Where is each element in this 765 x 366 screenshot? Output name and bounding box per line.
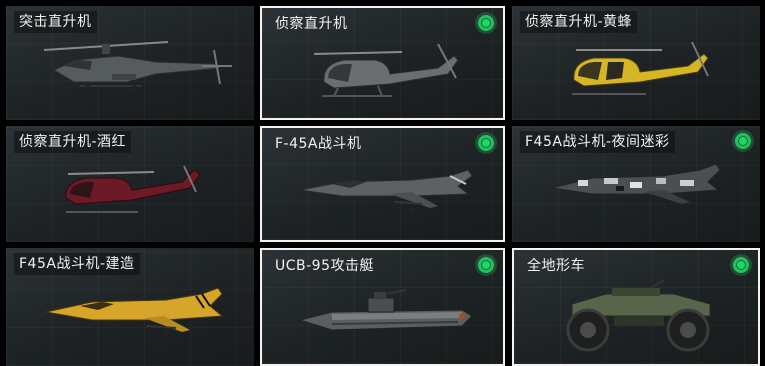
equipped-indicator-icon <box>733 257 749 273</box>
vehicle-card-f45a-build[interactable]: F45A战斗机-建造 <box>6 248 254 366</box>
vehicle-name: 侦察直升机-黄蜂 <box>520 11 638 33</box>
equipped-indicator-icon <box>478 257 494 273</box>
vehicle-name: F45A战斗机-建造 <box>14 253 140 275</box>
vehicle-card-ucb95-attack-boat[interactable]: UCB-95攻击艇 <box>260 248 505 366</box>
vehicle-card-scout-helicopter-wine[interactable]: 侦察直升机-酒红 <box>6 126 254 242</box>
vehicle-card-atv[interactable]: 全地形车 <box>512 248 760 366</box>
vehicle-card-f45a-fighter[interactable]: F-45A战斗机 <box>260 126 505 242</box>
vehicle-card-scout-helicopter-yellow[interactable]: 侦察直升机-黄蜂 <box>512 6 760 120</box>
vehicle-grid: 突击直升机 侦察直升机 侦察直升机-黄蜂 侦察直升机-酒红 F-45A战斗机 F… <box>0 0 765 366</box>
vehicle-name: F45A战斗机-夜间迷彩 <box>520 131 675 153</box>
equipped-indicator-icon <box>478 15 494 31</box>
vehicle-name: 全地形车 <box>527 258 585 274</box>
equipped-indicator-icon <box>735 133 751 149</box>
equipped-indicator-icon <box>478 135 494 151</box>
vehicle-card-f45a-night-camo[interactable]: F45A战斗机-夜间迷彩 <box>512 126 760 242</box>
vehicle-name: UCB-95攻击艇 <box>275 258 374 274</box>
vehicle-card-scout-helicopter[interactable]: 侦察直升机 <box>260 6 505 120</box>
vehicle-card-attack-helicopter[interactable]: 突击直升机 <box>6 6 254 120</box>
vehicle-name: 侦察直升机-酒红 <box>14 131 132 153</box>
vehicle-name: F-45A战斗机 <box>275 136 362 152</box>
vehicle-name: 突击直升机 <box>14 11 97 33</box>
vehicle-name: 侦察直升机 <box>275 16 348 32</box>
